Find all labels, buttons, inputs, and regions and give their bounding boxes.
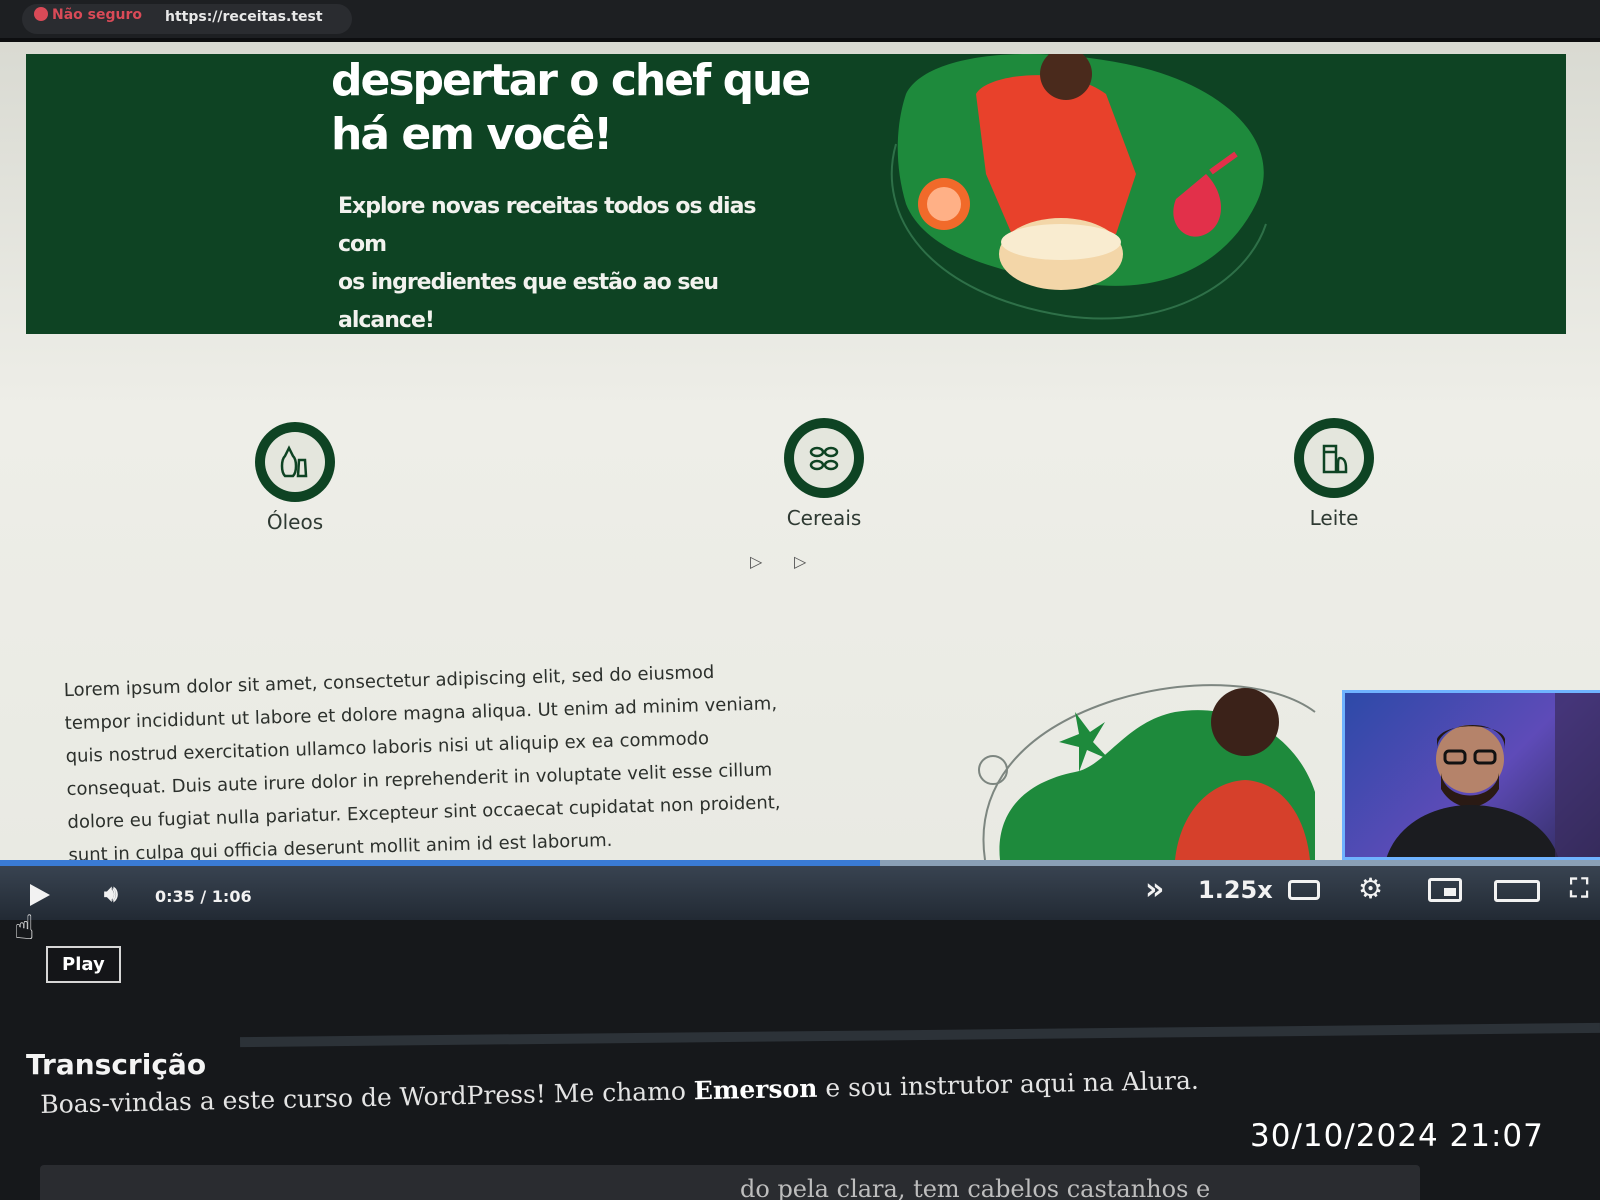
- video-frame[interactable]: despertar o chef que há em você! Explore…: [0, 42, 1600, 866]
- hero-title-line: despertar o chef que: [331, 55, 811, 106]
- category-leite[interactable]: Leite: [1264, 418, 1404, 530]
- video-player-controls: 🔊︎ 0:35 / 1:06 » 1.25x ⚙ ⛶: [0, 860, 1600, 920]
- security-indicator[interactable]: Não seguro: [34, 7, 142, 23]
- category-icon-ring: [784, 418, 864, 498]
- instructor-webcam: [1342, 690, 1600, 860]
- progress-track[interactable]: [0, 860, 1600, 866]
- playback-speed-button[interactable]: 1.25x: [1198, 876, 1273, 904]
- transcript-panel: Transcrição Boas-vindas a este curso de …: [0, 920, 1600, 1200]
- photo-timestamp: 30/10/2024 21:07: [1250, 1118, 1544, 1154]
- person-illustration: [978, 684, 1316, 860]
- url-text[interactable]: https://receitas.test: [165, 9, 323, 25]
- category-cereais[interactable]: Cereais: [754, 418, 894, 530]
- captions-icon[interactable]: [1288, 880, 1320, 900]
- duration: 1:06: [211, 887, 252, 906]
- fast-forward-icon[interactable]: »: [1145, 872, 1164, 907]
- instructor-name: Emerson: [693, 1073, 818, 1106]
- time-display: 0:35 / 1:06: [155, 887, 252, 906]
- chef-illustration: [890, 54, 1267, 320]
- category-oleos[interactable]: Óleos: [225, 422, 365, 534]
- category-label: Cereais: [786, 506, 862, 530]
- category-icon-ring: [1294, 418, 1374, 498]
- transcript-text: Boas-vindas a este curso de WordPress! M…: [40, 1076, 695, 1119]
- gear-icon[interactable]: ⚙: [1358, 872, 1383, 905]
- current-time: 0:35: [155, 887, 195, 906]
- play-icon: [30, 884, 50, 906]
- oil-bottles-icon: [265, 432, 325, 492]
- browser-toolbar: Não seguro https://receitas.test: [0, 0, 1600, 42]
- transcript-text-partial: do pela clara, tem cabelos castanhos e: [740, 1175, 1211, 1200]
- transcript-next-line: do pela clara, tem cabelos castanhos e: [40, 1165, 1420, 1200]
- category-icon-ring: [255, 422, 335, 502]
- progress-fill: [0, 860, 880, 866]
- play-button[interactable]: [24, 882, 54, 908]
- hero-title-line: há em você!: [331, 109, 613, 160]
- mouse-cursor-icon: ▷: [750, 552, 763, 571]
- hand-cursor-icon: ☝: [14, 908, 35, 948]
- play-tooltip: Play: [46, 946, 121, 983]
- hero-subtitle: Explore novas receitas todos os dias com…: [338, 188, 808, 340]
- mouse-cursor-icon: ▷: [794, 552, 807, 571]
- category-label: Óleos: [266, 510, 324, 534]
- transcript-text: e sou instrutor aqui na Alura.: [817, 1065, 1200, 1103]
- security-label: Não seguro: [52, 7, 142, 23]
- body-paragraph: Lorem ipsum dolor sit amet, consectetur …: [63, 661, 781, 867]
- instructor-image: [1386, 693, 1600, 857]
- transcript-heading: Transcrição: [26, 1048, 207, 1081]
- milk-carton-icon: [1304, 428, 1364, 488]
- time-separator: /: [200, 887, 207, 906]
- transcript-paragraph: Boas-vindas a este curso de WordPress! M…: [40, 1063, 1340, 1119]
- volume-icon[interactable]: 🔊︎: [104, 882, 118, 907]
- fullscreen-icon[interactable]: ⛶: [1570, 874, 1588, 905]
- section-divider: [239, 1022, 1600, 1048]
- hero-banner: despertar o chef que há em você! Explore…: [26, 54, 1566, 334]
- warning-icon: [34, 7, 48, 21]
- hero-subtitle-line: Explore novas receitas todos os dias com: [338, 194, 757, 257]
- hero-subtitle-line: os ingredientes que estão ao seu alcance…: [338, 270, 719, 333]
- cereal-grains-icon: [794, 428, 854, 488]
- picture-in-picture-icon[interactable]: [1428, 878, 1462, 902]
- hero-title: despertar o chef que há em você!: [331, 54, 831, 162]
- theater-mode-icon[interactable]: [1494, 880, 1540, 902]
- category-label: Leite: [1309, 506, 1359, 530]
